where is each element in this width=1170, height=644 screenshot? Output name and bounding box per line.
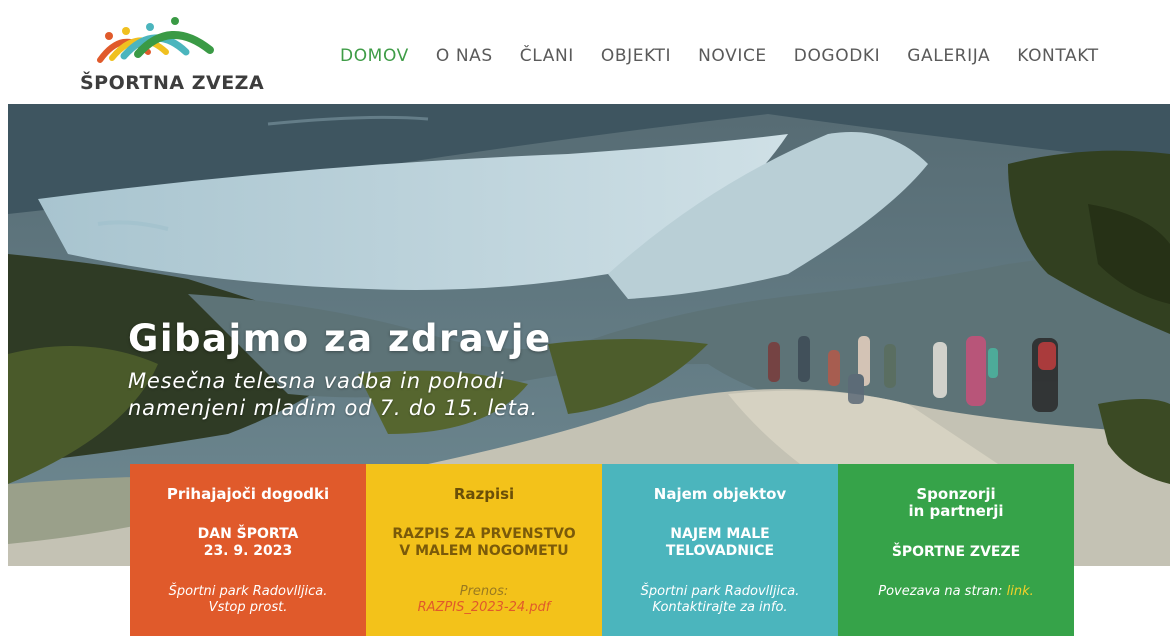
card-title: Prihajajoči dogodki [166, 485, 330, 503]
card-body-line1: NAJEM MALE [670, 526, 770, 542]
card-foot-text: Povezava na stran: [878, 584, 1007, 599]
card-title-line1: Sponzorji [916, 485, 996, 503]
people-arcs-logo-icon [97, 17, 214, 63]
nav-item-kontakt[interactable]: KONTAKT [1017, 46, 1098, 66]
card-upcoming-events[interactable]: Prihajajoči dogodki DAN ŠPORTA 23. 9. 20… [130, 464, 366, 636]
card-title: Najem objektov [653, 485, 787, 503]
nav-item-o-nas[interactable]: O NAS [436, 46, 493, 66]
card-title-line2: in partnerji [908, 502, 1004, 520]
card-foot-line1: Športni park Radovlljica. [168, 584, 328, 599]
main-nav: DOMOV O NAS ČLANI OBJEKTI NOVICE DOGODKI… [340, 46, 1099, 66]
card-sponsors[interactable]: Sponzorji in partnerji ŠPORTNE ZVEZE Pov… [838, 464, 1074, 636]
card-body-line1: RAZPIS ZA PRVENSTVO [392, 526, 576, 542]
nav-item-objekti[interactable]: OBJEKTI [601, 46, 671, 66]
card-body-line1: DAN ŠPORTA [197, 526, 299, 542]
sponsor-link[interactable]: link. [1007, 584, 1034, 599]
card-calls-for-entries[interactable]: Razpisi RAZPIS ZA PRVENSTVO V MALEM NOGO… [366, 464, 602, 636]
hero-subtitle-line1: Mesečna telesna vadba in pohodi [128, 369, 505, 393]
site-logo[interactable]: ŠPORTNA ZVEZA [78, 14, 264, 96]
razpis-pdf-link[interactable]: RAZPIS_2023-24.pdf [418, 600, 551, 615]
nav-item-clani[interactable]: ČLANI [520, 46, 574, 66]
card-body-line2: TELOVADNICE [665, 543, 775, 559]
nav-item-novice[interactable]: NOVICE [698, 46, 767, 66]
card-event-name: DAN ŠPORTA 23. 9. 2023 [130, 526, 366, 560]
hero-title: Gibajmo za zdravje [128, 317, 552, 360]
card-foot-line2: Kontaktirajte za info. [652, 600, 788, 615]
feature-cards: Prihajajoči dogodki DAN ŠPORTA 23. 9. 20… [130, 464, 1074, 636]
card-title: Sponzorji in partnerji [838, 486, 1074, 520]
card-rental-name: NAJEM MALE TELOVADNICE [602, 526, 838, 560]
card-download: Prenos: RAZPIS_2023-24.pdf [366, 584, 602, 616]
hero-subtitle-line2: namenjeni mladim od 7. do 15. leta. [128, 396, 538, 420]
card-call-name: RAZPIS ZA PRVENSTVO V MALEM NOGOMETU [366, 526, 602, 560]
card-foot-line1: Športni park Radovlljica. [640, 584, 800, 599]
card-body-line2: V MALEM NOGOMETU [399, 543, 569, 559]
card-title: Razpisi [453, 485, 515, 503]
card-rental-note: Športni park Radovlljica. Kontaktirajte … [602, 584, 838, 616]
nav-item-domov[interactable]: DOMOV [340, 46, 409, 66]
card-sponsor-note: Povezava na stran: link. [838, 584, 1074, 600]
brand-name: ŠPORTNA ZVEZA [80, 72, 265, 94]
nav-item-dogodki[interactable]: DOGODKI [794, 46, 880, 66]
hero-subtitle: Mesečna telesna vadba in pohodi namenjen… [128, 368, 588, 422]
card-foot-line1: Prenos: [459, 584, 509, 599]
card-event-note: Športni park Radovlljica. Vstop prost. [130, 584, 366, 616]
card-foot-line2: Vstop prost. [208, 600, 288, 615]
card-sponsor-name: ŠPORTNE ZVEZE [891, 544, 1021, 560]
card-facility-rental[interactable]: Najem objektov NAJEM MALE TELOVADNICE Šp… [602, 464, 838, 636]
site-header: ŠPORTNA ZVEZA DOMOV O NAS ČLANI OBJEKTI … [0, 0, 1170, 104]
nav-item-galerija[interactable]: GALERIJA [907, 46, 990, 66]
card-body-line2: 23. 9. 2023 [203, 543, 293, 559]
